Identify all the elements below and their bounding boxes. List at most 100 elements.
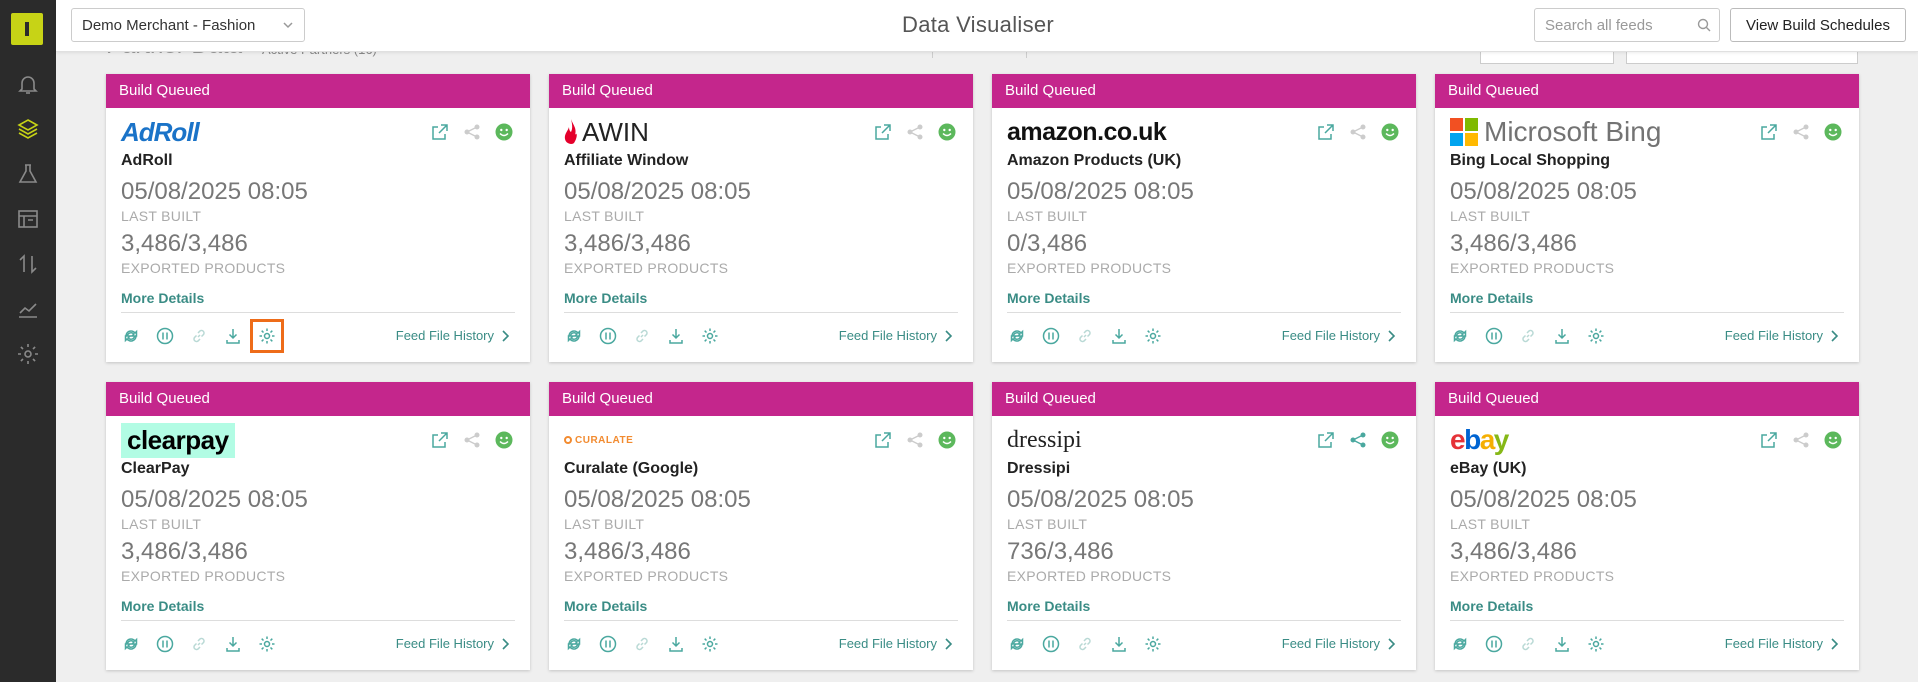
divider (1007, 312, 1401, 313)
external-link-icon[interactable] (1316, 430, 1336, 450)
share-icon[interactable] (1348, 430, 1368, 450)
microsoft-logo-icon (1450, 118, 1478, 146)
store-icon[interactable] (14, 205, 42, 233)
share-icon[interactable] (905, 430, 925, 450)
settings-icon[interactable] (250, 319, 284, 353)
pause-icon[interactable] (598, 634, 618, 654)
pause-icon[interactable] (1041, 326, 1061, 346)
external-link-icon[interactable] (1759, 430, 1779, 450)
build-status-banner: Build Queued (992, 382, 1416, 416)
feed-file-history-link[interactable]: Feed File History (1725, 636, 1839, 651)
bell-icon[interactable] (14, 70, 42, 98)
rebuild-icon[interactable] (121, 634, 141, 654)
settings-icon[interactable] (700, 634, 720, 654)
download-icon[interactable] (1552, 326, 1572, 346)
pause-icon[interactable] (155, 634, 175, 654)
external-link-icon[interactable] (873, 430, 893, 450)
settings-icon[interactable] (1143, 634, 1163, 654)
link-icon[interactable] (189, 326, 209, 346)
feed-file-history-link[interactable]: Feed File History (1282, 636, 1396, 651)
settings-icon[interactable] (1143, 326, 1163, 346)
merchant-select[interactable]: Demo Merchant - Fashion (71, 8, 305, 42)
merchant-select-value: Demo Merchant - Fashion (82, 17, 256, 34)
more-details-link[interactable]: More Details (564, 598, 647, 614)
link-icon[interactable] (1075, 634, 1095, 654)
more-details-link[interactable]: More Details (121, 290, 204, 306)
more-details-link[interactable]: More Details (1007, 598, 1090, 614)
download-icon[interactable] (223, 326, 243, 346)
feed-file-history-link[interactable]: Feed File History (396, 328, 510, 343)
partner-card: Build Queued amazon.co.uk Amazon Product… (992, 74, 1416, 362)
app-logo[interactable] (11, 13, 43, 45)
rebuild-icon[interactable] (1450, 326, 1470, 346)
partner-name: AdRoll (121, 152, 173, 169)
external-link-icon[interactable] (873, 122, 893, 142)
external-link-icon[interactable] (1759, 122, 1779, 142)
rebuild-icon[interactable] (1007, 326, 1027, 346)
layers-icon[interactable] (14, 115, 42, 143)
more-details-link[interactable]: More Details (121, 598, 204, 614)
link-icon[interactable] (1518, 326, 1538, 346)
share-icon[interactable] (462, 430, 482, 450)
more-details-link[interactable]: More Details (564, 290, 647, 306)
share-icon[interactable] (462, 122, 482, 142)
share-icon[interactable] (1791, 430, 1811, 450)
search-icon[interactable] (1697, 18, 1711, 32)
settings-icon[interactable] (700, 326, 720, 346)
settings-icon[interactable] (1586, 326, 1606, 346)
link-icon[interactable] (632, 326, 652, 346)
flask-icon[interactable] (14, 160, 42, 188)
feed-file-history-link[interactable]: Feed File History (396, 636, 510, 651)
more-details-link[interactable]: More Details (1450, 290, 1533, 306)
chart-icon[interactable] (14, 295, 42, 323)
external-link-icon[interactable] (1316, 122, 1336, 142)
pause-icon[interactable] (598, 326, 618, 346)
pause-icon[interactable] (1484, 634, 1504, 654)
rebuild-icon[interactable] (564, 326, 584, 346)
download-icon[interactable] (1109, 326, 1129, 346)
external-link-icon[interactable] (430, 430, 450, 450)
arrows-updown-icon[interactable] (14, 250, 42, 278)
download-icon[interactable] (223, 634, 243, 654)
rebuild-icon[interactable] (564, 634, 584, 654)
pause-icon[interactable] (155, 326, 175, 346)
settings-icon[interactable] (257, 634, 277, 654)
download-icon[interactable] (1109, 634, 1129, 654)
share-icon[interactable] (1791, 122, 1811, 142)
feed-file-history-link[interactable]: Feed File History (839, 636, 953, 651)
last-built-label: LAST BUILT (564, 516, 645, 532)
settings-icon[interactable] (1586, 634, 1606, 654)
gear-icon[interactable] (14, 340, 42, 368)
link-icon[interactable] (1518, 634, 1538, 654)
partner-logo: amazon.co.uk (1007, 117, 1167, 146)
share-icon[interactable] (905, 122, 925, 142)
rebuild-icon[interactable] (121, 326, 141, 346)
link-icon[interactable] (1075, 326, 1095, 346)
feed-file-history-link[interactable]: Feed File History (1282, 328, 1396, 343)
pause-icon[interactable] (1484, 326, 1504, 346)
more-details-link[interactable]: More Details (1450, 598, 1533, 614)
partner-logo: clearpay (121, 422, 235, 458)
divider (121, 620, 515, 621)
view-build-schedules-button[interactable]: View Build Schedules (1730, 8, 1906, 42)
rebuild-icon[interactable] (1007, 634, 1027, 654)
external-link-icon[interactable] (430, 122, 450, 142)
more-details-link[interactable]: More Details (1007, 290, 1090, 306)
pause-icon[interactable] (1041, 634, 1061, 654)
chevron-right-icon (1388, 329, 1396, 342)
share-icon[interactable] (1348, 122, 1368, 142)
search-input[interactable] (1535, 9, 1685, 41)
feed-file-history-link[interactable]: Feed File History (1725, 328, 1839, 343)
sidebar (0, 0, 56, 682)
link-icon[interactable] (189, 634, 209, 654)
link-icon[interactable] (632, 634, 652, 654)
card-actions (1759, 122, 1843, 142)
download-icon[interactable] (666, 326, 686, 346)
partner-logo-area: Microsoft Bing (1450, 116, 1661, 148)
download-icon[interactable] (666, 634, 686, 654)
feed-file-history-link[interactable]: Feed File History (839, 328, 953, 343)
rebuild-icon[interactable] (1450, 634, 1470, 654)
download-icon[interactable] (1552, 634, 1572, 654)
build-status: Build Queued (1005, 82, 1096, 99)
search-field[interactable] (1534, 8, 1720, 42)
